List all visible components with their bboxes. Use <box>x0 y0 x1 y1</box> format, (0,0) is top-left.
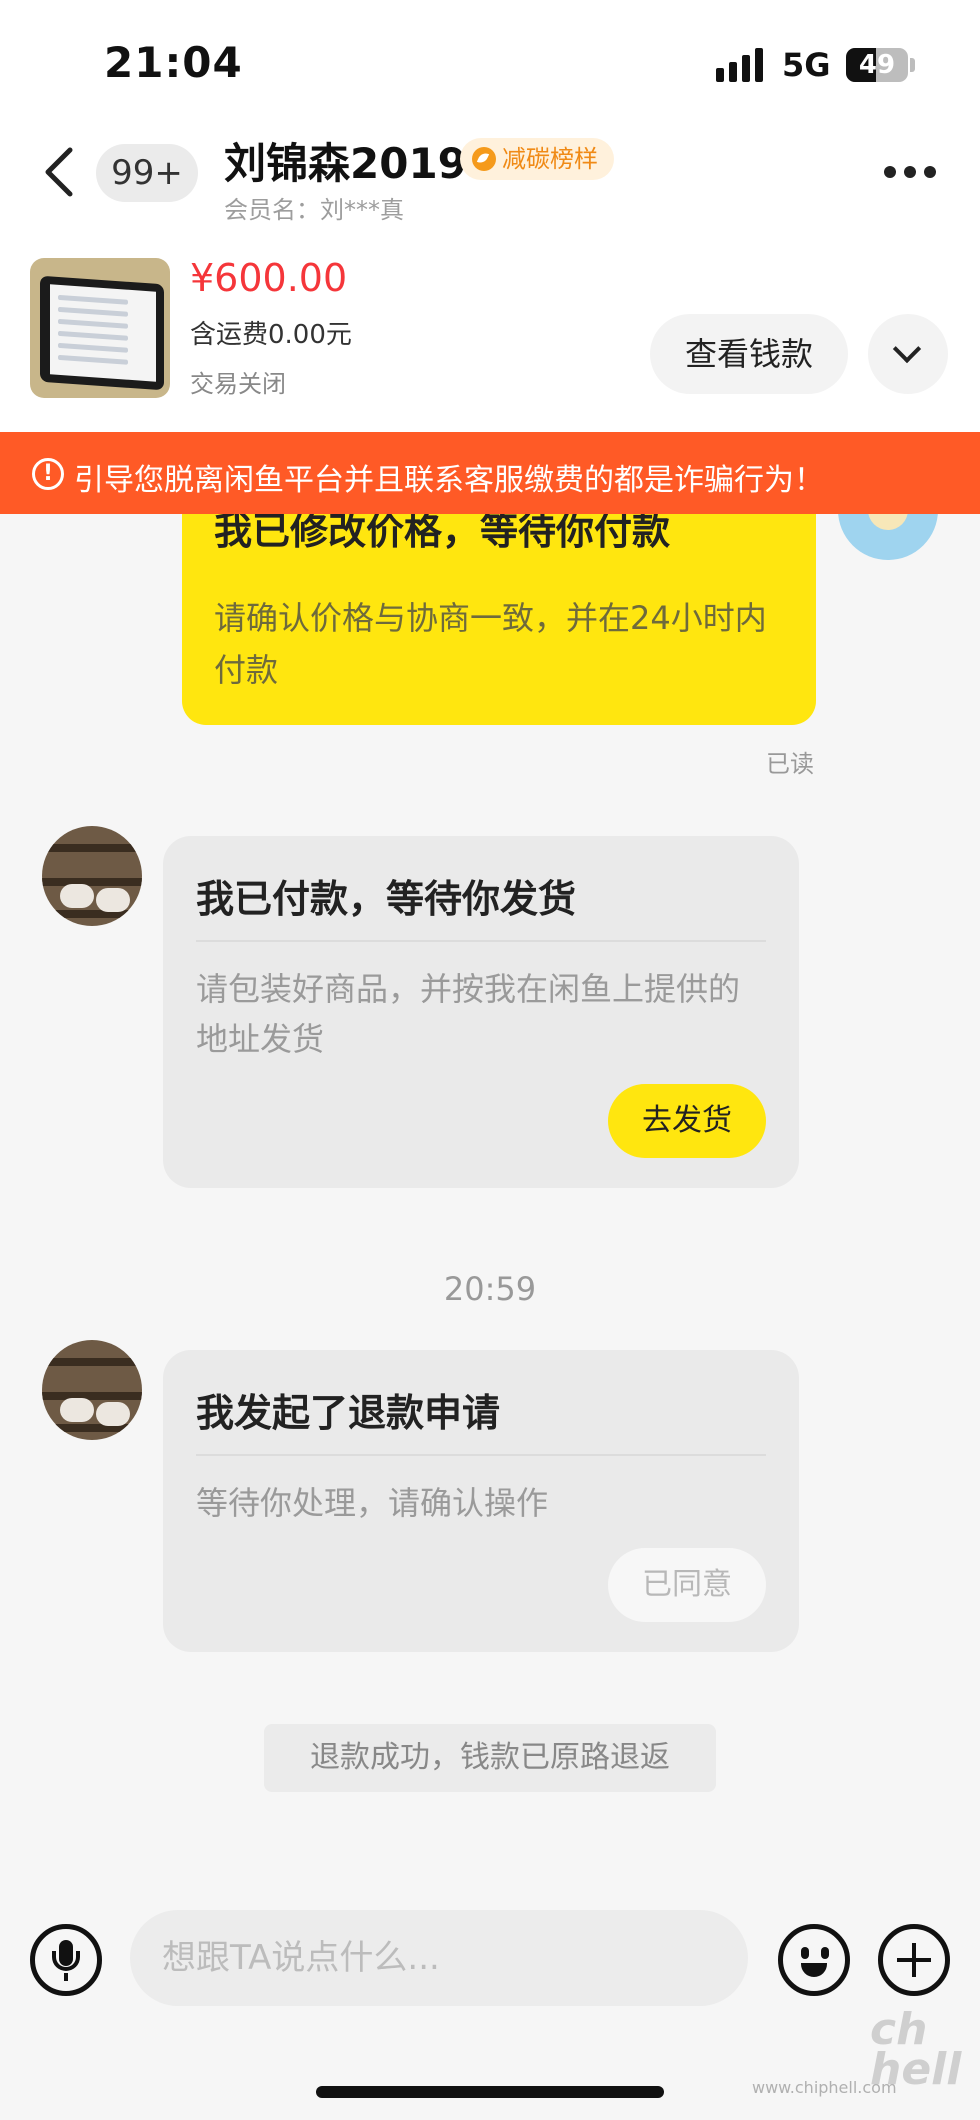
more-button[interactable] <box>880 162 940 184</box>
network-label: 5G <box>782 46 831 84</box>
contact-avatar[interactable] <box>42 1340 142 1440</box>
contact-name[interactable]: 刘锦森2019 <box>224 130 467 191</box>
emoji-icon[interactable] <box>778 1924 850 1996</box>
signal-icon <box>716 48 766 82</box>
leaf-icon <box>472 147 496 171</box>
trade-status: 交易关闭 <box>190 370 286 398</box>
system-notice: 退款成功，钱款已原路退返 <box>264 1724 716 1792</box>
carbon-tag[interactable]: 减碳榜样 <box>460 138 614 180</box>
message-input[interactable] <box>130 1910 748 2006</box>
product-thumbnail[interactable] <box>30 258 170 398</box>
message-text: 等待你处理，请确认操作 <box>196 1484 549 1522</box>
shipping-fee: 含运费0.00元 <box>190 320 352 350</box>
product-price: ¥600.00 <box>190 256 348 300</box>
message-divider <box>196 940 766 942</box>
back-button[interactable] <box>36 140 86 204</box>
message-text: 请包装好商品，并按我在闲鱼上提供的地址发货 <box>196 970 741 1058</box>
plus-icon[interactable] <box>878 1924 950 1996</box>
battery-level: 49 <box>858 50 896 80</box>
warning-icon: ! <box>32 458 64 490</box>
chevron-left-icon <box>45 147 73 197</box>
message-divider <box>196 1454 766 1456</box>
carbon-tag-label: 减碳榜样 <box>502 145 598 173</box>
watermark-url: www.chiphell.com <box>752 2078 897 2097</box>
member-name: 会员名：刘***真 <box>224 196 404 224</box>
read-status: 已读 <box>766 750 814 778</box>
message-title: 我发起了退款申请 <box>196 1391 501 1435</box>
ship-button[interactable]: 去发货 <box>608 1084 766 1158</box>
contact-avatar[interactable] <box>42 826 142 926</box>
expand-button[interactable] <box>868 314 948 394</box>
view-payment-button[interactable]: 查看钱款 <box>650 314 848 394</box>
message-text: 请确认价格与协商一致，并在24小时内付款 <box>214 599 767 689</box>
battery-tip <box>910 58 915 72</box>
status-time: 21:04 <box>104 38 243 87</box>
home-indicator[interactable] <box>316 2086 664 2098</box>
battery-icon: 49 <box>846 48 908 82</box>
message-title: 我已付款，等待你发货 <box>196 877 577 921</box>
unread-badge[interactable]: 99+ <box>96 144 198 202</box>
time-separator: 20:59 <box>443 1270 537 1308</box>
microphone-icon[interactable] <box>30 1924 102 1996</box>
more-horizontal-icon <box>884 166 896 178</box>
agreed-button[interactable]: 已同意 <box>608 1548 766 1622</box>
warning-text: 引导您脱离闲鱼平台并且联系客服缴费的都是诈骗行为！ <box>74 463 824 498</box>
